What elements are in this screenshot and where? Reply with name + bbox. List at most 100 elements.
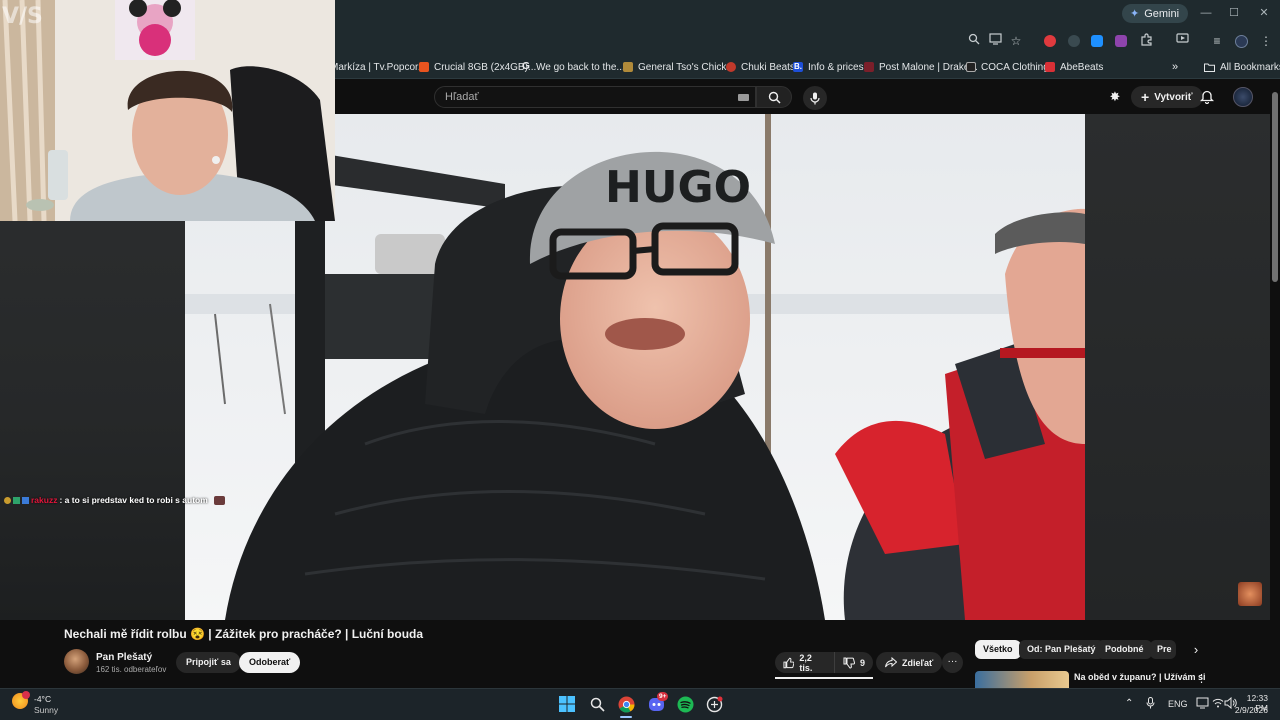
dislike-count: 9 — [859, 657, 865, 668]
share-button[interactable]: Zdieľať — [876, 652, 943, 673]
bookmarks-overflow-chevron-icon[interactable]: » — [1172, 59, 1178, 75]
search-input[interactable]: Hľadať — [434, 86, 756, 108]
extensions-puzzle-icon[interactable] — [1138, 33, 1154, 49]
google-g-icon: G — [522, 61, 530, 72]
share-label: Zdieľať — [902, 657, 934, 668]
gemini-button[interactable]: ✦ Gemini — [1122, 4, 1189, 23]
streamer-webcam-overlay — [0, 0, 335, 221]
share-arrow-icon — [885, 657, 897, 668]
install-app-icon[interactable] — [987, 33, 1003, 49]
reading-list-icon[interactable]: ≡ — [1209, 33, 1225, 49]
bookmark-favicon-icon — [1045, 62, 1055, 72]
bookmark-item[interactable]: General Tso's Chick... — [623, 59, 735, 75]
bookmark-item[interactable]: G We go back to the... — [521, 59, 625, 75]
close-window-button[interactable]: ✕ — [1254, 5, 1274, 21]
tray-display-icon[interactable] — [1196, 697, 1209, 711]
bookmark-label: Markíza | Tv.Popcor... — [330, 61, 427, 73]
video-title: Nechali mě řídit rolbu 😵 | Zážitek pro p… — [64, 627, 424, 641]
extension-red-icon[interactable] — [1044, 35, 1056, 47]
chrome-taskbar-icon[interactable] — [615, 693, 637, 715]
bookmark-favicon-icon — [419, 62, 429, 72]
like-dislike-group: 2,2 tis. 9 — [775, 652, 873, 673]
minimize-button[interactable]: — — [1196, 5, 1216, 21]
profile-avatar[interactable] — [1235, 35, 1248, 48]
spotify-taskbar-icon[interactable] — [674, 693, 696, 715]
clock-date[interactable]: 2/9/2026 — [1232, 705, 1268, 715]
svg-text:HUGO: HUGO — [605, 162, 751, 213]
channel-name[interactable]: Pan Plešatý — [96, 652, 152, 663]
bookmark-favicon-icon — [966, 62, 976, 72]
bookmark-label: AbeBeats — [1060, 61, 1104, 73]
all-bookmarks-button[interactable]: All Bookmarks — [1204, 59, 1280, 75]
create-label: Vytvoriť — [1154, 91, 1193, 103]
bookmark-item[interactable]: Markíza | Tv.Popcor... — [330, 59, 426, 75]
related-video-title[interactable]: Na oběd v županu? | Užívám si — [1074, 672, 1206, 682]
windows-taskbar — [0, 688, 1280, 720]
bookmark-label: General Tso's Chick... — [638, 61, 735, 73]
search-button[interactable] — [756, 86, 792, 108]
active-app-indicator — [620, 716, 632, 718]
channel-avatar[interactable] — [64, 649, 89, 674]
subscriber-count: 162 tis. odberateľov — [96, 665, 167, 674]
microphone-icon — [810, 92, 820, 104]
zoom-icon[interactable] — [966, 33, 982, 49]
tray-microphone-icon[interactable] — [1146, 697, 1155, 711]
bookmark-star-icon[interactable]: ☆ — [1008, 33, 1024, 49]
folder-icon — [1204, 63, 1215, 72]
weather-temperature[interactable]: -4°C — [34, 694, 51, 704]
account-avatar[interactable] — [1233, 87, 1253, 107]
subscribe-button[interactable]: Odoberať — [239, 652, 301, 673]
bookmark-label: We go back to the... — [536, 61, 625, 73]
extension-gray-icon[interactable] — [1068, 35, 1080, 47]
windows-start-icon[interactable] — [556, 693, 578, 715]
bookmark-label: COCA Clothing — [981, 61, 1049, 73]
create-button[interactable]: + Vytvoriť — [1131, 86, 1203, 108]
weather-description[interactable]: Sunny — [34, 705, 58, 715]
bookmark-item[interactable]: AbeBeats — [1045, 59, 1103, 75]
thumbs-up-icon — [783, 657, 795, 668]
extension-blue-icon[interactable] — [1091, 35, 1103, 47]
related-more-icon[interactable]: ⋮ — [1196, 672, 1207, 685]
bookmark-item[interactable]: Post Malone | Drake... — [864, 59, 978, 75]
extension-purple-icon[interactable] — [1115, 35, 1127, 47]
keyboard-icon[interactable] — [738, 94, 749, 101]
chrome-menu-icon[interactable]: ⋮ — [1258, 33, 1274, 49]
taskbar-search-icon[interactable] — [586, 693, 608, 715]
search-icon — [768, 91, 781, 104]
tray-network-icon[interactable] — [1212, 697, 1224, 711]
extension-star-icon[interactable]: ✸ — [1107, 89, 1123, 105]
chip-related[interactable]: Podobné — [1097, 640, 1152, 659]
voice-search-button[interactable] — [803, 86, 827, 110]
bookmark-item[interactable]: COCA Clothing — [966, 59, 1049, 75]
app-taskbar-icon[interactable] — [703, 693, 725, 715]
input-language[interactable]: ENG — [1168, 699, 1188, 709]
bookmark-item[interactable]: B. Info & prices — [793, 59, 864, 75]
more-actions-button[interactable]: ··· — [942, 652, 963, 673]
join-button[interactable]: Pripojiť sa — [176, 652, 241, 673]
bookmark-item[interactable]: Crucial 8GB (2x4GB)... — [419, 59, 536, 75]
chip-recommended[interactable]: Pre — [1150, 640, 1176, 659]
bookmark-item[interactable]: Chuki Beats — [726, 59, 795, 75]
chips-next-chevron-icon[interactable]: › — [1188, 642, 1204, 658]
like-button[interactable]: 2,2 tis. — [775, 652, 835, 673]
all-bookmarks-label: All Bookmarks — [1220, 61, 1280, 73]
maximize-button[interactable]: ☐ — [1224, 5, 1244, 21]
bookmark-label: Post Malone | Drake... — [879, 61, 978, 73]
media-control-icon[interactable] — [1174, 33, 1190, 49]
page-scrollbar-thumb[interactable] — [1272, 92, 1278, 282]
bookmark-favicon-icon — [623, 62, 633, 72]
dislike-button[interactable]: 9 — [835, 652, 873, 673]
bookmark-label: Info & prices — [808, 61, 864, 73]
booking-b-icon: B. — [793, 62, 803, 72]
chip-all[interactable]: Všetko — [975, 640, 1021, 659]
chat-badge-icon — [13, 496, 20, 504]
like-ratio-bar — [775, 677, 873, 679]
related-video-thumbnail[interactable] — [975, 671, 1069, 688]
notifications-bell-icon[interactable] — [1199, 89, 1215, 109]
stream-logo-watermark: V/S — [2, 4, 43, 29]
floating-avatar-thumbnail[interactable] — [1238, 582, 1262, 606]
weather-alert-badge — [22, 691, 30, 699]
chip-from-channel[interactable]: Od: Pan Plešatý — [1019, 640, 1104, 659]
tray-overflow-chevron-icon[interactable]: ⌃ — [1125, 698, 1133, 709]
chat-text: : a to si predstav ked to robi s autom — [59, 495, 208, 505]
